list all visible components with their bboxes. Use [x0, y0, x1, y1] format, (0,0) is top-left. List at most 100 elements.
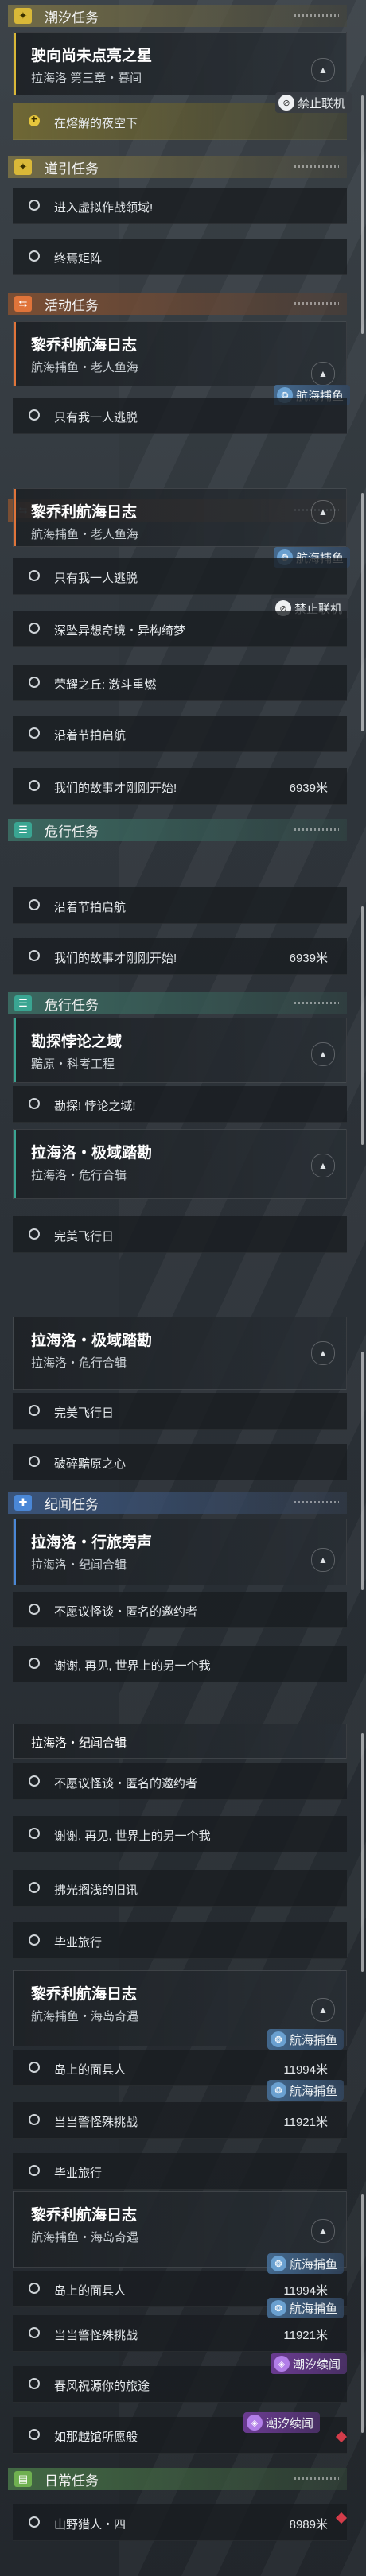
quest-step-row[interactable]: 谢谢, 再见, 世界上的另一个我: [13, 1646, 347, 1682]
card-accent-bar: [14, 33, 16, 95]
quest-step-row-b[interactable]: 沿着节拍启航: [13, 887, 347, 924]
quest-step-row[interactable]: 不愿议怪谈・匿名的邀约者: [13, 1592, 347, 1628]
fishing-badge-6-icon: ❂: [271, 2300, 286, 2316]
quest-step-row-b[interactable]: 我们的故事才刚刚开始! 6939米: [13, 938, 347, 975]
quest-step-label: 沿着节拍启航: [54, 901, 127, 914]
fishing-badge-5-label: 航海捕鱼: [290, 2257, 338, 2271]
quest-step-row[interactable]: 只有我一人逃脱: [13, 398, 347, 434]
quest-step-row-d[interactable]: 毕业旅行: [13, 2153, 347, 2190]
quest-step-label: 拂光搁浅的旧讯: [54, 1884, 138, 1897]
quest-step-label: 只有我一人逃脱: [54, 411, 138, 425]
activity-quest-card[interactable]: 黎乔利航海日志 航海捕鱼・老人鱼海 ▲: [13, 321, 347, 386]
step-circle-icon: [29, 2429, 40, 2440]
step-circle-icon: [29, 1658, 40, 1669]
fishing-badge-3: ❂ 航海捕鱼: [267, 2029, 345, 2050]
collapse-chevron-icon[interactable]: ▲: [311, 1548, 335, 1572]
scrollbar-thumb[interactable]: [361, 2194, 364, 2433]
collapse-chevron-icon[interactable]: ▲: [311, 1341, 335, 1365]
quest-step-row[interactable]: 毕业旅行: [13, 1922, 347, 1959]
collapse-chevron-icon[interactable]: ▲: [311, 362, 335, 386]
step-circle-icon: [29, 2165, 40, 2176]
record-quest-card-subtitle: 拉海洛・纪闻合辑: [31, 1558, 127, 1572]
step-circle-icon: [29, 2378, 40, 2389]
quest-step-row-c[interactable]: 不愿议怪谈・匿名的邀约者: [13, 1763, 347, 1800]
quest-step-row[interactable]: 破碎黯原之心: [13, 1444, 347, 1480]
tide-quest-card-subtitle: 拉海洛 第三章・暮间: [31, 72, 142, 85]
step-circle-icon: [29, 780, 40, 791]
quest-step-row[interactable]: 只有我一人逃脱: [13, 558, 347, 595]
quest-step-row[interactable]: 当当警怪殊挑战 11921米: [13, 2102, 347, 2139]
activity-quest-header[interactable]: ⇆ 活动任务: [8, 293, 347, 315]
quest-step-row[interactable]: 完美飞行日: [13, 1393, 347, 1430]
scrollbar-thumb[interactable]: [361, 1733, 364, 1972]
fishing-badge-6: ❂ 航海捕鱼: [267, 2298, 345, 2318]
fishing-badge-4: ❂ 航海捕鱼: [267, 2080, 345, 2101]
scrollbar-thumb[interactable]: [361, 906, 364, 1145]
card-accent-bar: [14, 1519, 16, 1585]
fishing-badge-4-label: 航海捕鱼: [290, 2084, 338, 2098]
header-deco-dots: [294, 2477, 339, 2480]
tide-quest-card[interactable]: 驶向尚未点亮之星 拉海洛 第三章・暮间 ▲: [13, 32, 347, 95]
collapse-chevron-icon[interactable]: ▲: [311, 1998, 335, 2022]
step-circle-icon: [29, 2283, 40, 2294]
quest-step-row[interactable]: 勘探! 悖论之域!: [13, 1086, 347, 1123]
quest-step-label: 在熔解的夜空下: [54, 117, 138, 130]
header-deco-dots: [294, 14, 339, 17]
activity-quest-card-2[interactable]: 黎乔利航海日志 航海捕鱼・老人鱼海 ▲: [13, 488, 347, 547]
polar-quest-card[interactable]: 拉海洛・极域踏勘 拉海洛・危行合辑 ▲: [13, 1129, 347, 1199]
polar-quest-card-2[interactable]: 拉海洛・极域踏勘 拉海洛・危行合辑 ▲: [13, 1317, 347, 1390]
quest-step-label: 毕业旅行: [54, 2167, 103, 2180]
danger-quest-icon: ☰: [14, 822, 32, 838]
quest-step-label: 当当警怪殊挑战: [54, 2329, 138, 2342]
quest-step-row[interactable]: 深坠异想奇境・异构绮梦: [13, 611, 347, 647]
quest-step-row[interactable]: 沿着节拍启航: [13, 716, 347, 752]
guide-quest-header[interactable]: ✦ 道引任务: [8, 156, 347, 178]
header-deco-dots: [294, 828, 339, 831]
danger-quest-header[interactable]: ☰ 危行任务: [8, 819, 347, 841]
quest-step-label: 只有我一人逃脱: [54, 572, 138, 585]
step-circle-icon: [29, 409, 40, 421]
record-quest-card-2[interactable]: 拉海洛・纪闻合辑拉海洛・纪闻合辑▲: [13, 1724, 347, 1759]
voyage-quest-card-2-subtitle: 航海捕鱼・海岛奇遇: [31, 2231, 139, 2244]
collapse-chevron-icon[interactable]: ▲: [311, 2219, 335, 2243]
step-circle-icon: [29, 677, 40, 688]
distance-label: 11921米: [283, 2116, 328, 2129]
record-quest-header[interactable]: ✚ 纪闻任务: [8, 1492, 347, 1514]
quest-step-row[interactable]: 终焉矩阵: [13, 239, 347, 275]
danger-quest-header-2[interactable]: ☰ 危行任务: [8, 992, 347, 1014]
scrollbar-thumb[interactable]: [361, 95, 364, 334]
scrollbar-thumb[interactable]: [361, 493, 364, 731]
activity-quest-card-title: 黎乔利航海日志: [31, 337, 138, 354]
quest-step-row-c[interactable]: 谢谢, 再见, 世界上的另一个我: [13, 1816, 347, 1852]
scrollbar-thumb[interactable]: [361, 1352, 364, 1590]
daily-quest-header-label: 日常任务: [45, 2473, 99, 2489]
step-circle-icon: [29, 200, 40, 211]
quest-step-row[interactable]: 拂光搁浅的旧讯: [13, 1870, 347, 1907]
quest-step-row[interactable]: 荣耀之丘: 激斗重燃: [13, 665, 347, 701]
quest-step-row[interactable]: 进入虚拟作战领域!: [13, 188, 347, 224]
fishing-badge-5-icon: ❂: [271, 2256, 286, 2271]
collapse-chevron-icon[interactable]: ▲: [311, 58, 335, 82]
collapse-chevron-icon[interactable]: ▲: [311, 1154, 335, 1177]
step-circle-icon: [29, 1934, 40, 1946]
quest-step-label: 完美飞行日: [54, 1230, 115, 1243]
collapse-chevron-icon[interactable]: ▲: [311, 500, 335, 524]
voyage-quest-card-2-title: 黎乔利航海日志: [31, 2207, 138, 2224]
collapse-chevron-icon[interactable]: ▲: [311, 1042, 335, 1066]
no-coop-badge-label: 禁止联机: [298, 96, 346, 111]
activity-quest-card-2-subtitle: 航海捕鱼・老人鱼海: [31, 528, 139, 541]
daily-quest-header[interactable]: ▤ 日常任务: [8, 2468, 347, 2490]
record-quest-card[interactable]: 拉海洛・行旅旁声 拉海洛・纪闻合辑 ▲: [13, 1519, 347, 1585]
danger-quest-card[interactable]: 勘探悖论之域 黯原・科考工程 ▲: [13, 1018, 347, 1083]
quest-step-row[interactable]: 山野猎人・四 8989米: [13, 2504, 347, 2541]
quest-step-row[interactable]: 完美飞行日: [13, 1216, 347, 1253]
quest-step-label: 谢谢, 再见, 世界上的另一个我: [54, 1829, 211, 1843]
step-circle-icon: [29, 1405, 40, 1416]
record-quest-header-label: 纪闻任务: [45, 1496, 99, 1512]
activity-quest-icon: ⇆: [14, 296, 32, 312]
quest-step-row-e[interactable]: 当当警怪殊挑战 11921米: [13, 2315, 347, 2352]
fishing-badge-3-icon: ❂: [271, 2031, 286, 2047]
danger-quest-header-label: 危行任务: [45, 824, 99, 840]
tide-quest-header[interactable]: ✦ 潮汐任务: [8, 5, 347, 27]
quest-step-row[interactable]: 我们的故事才刚刚开始! 6939米: [13, 768, 347, 805]
